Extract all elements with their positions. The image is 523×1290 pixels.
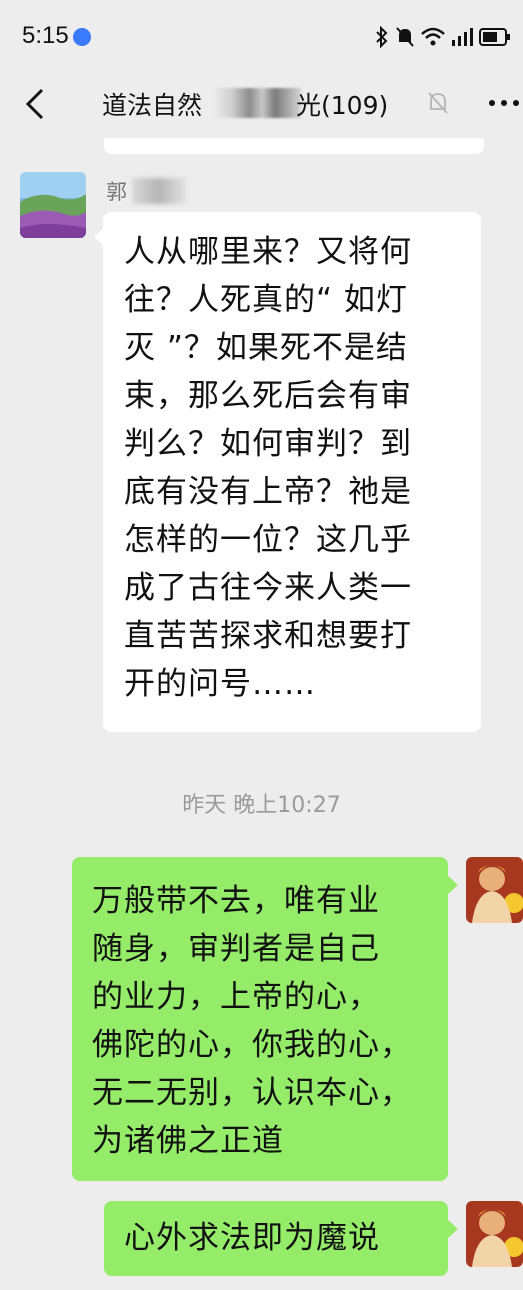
bubble-tail — [448, 1220, 458, 1238]
sender-avatar[interactable] — [20, 172, 86, 238]
message-line: 心外求法即为魔说 — [124, 1220, 380, 1256]
status-time: 5:15 — [22, 22, 69, 49]
landscape-avatar-icon — [20, 172, 86, 238]
message-line: 为诸佛之正道 — [92, 1123, 284, 1159]
self-avatar[interactable] — [466, 857, 523, 923]
message-line: 束，那么死后会有审 — [124, 378, 412, 414]
message-line: 万般带不去，唯有业 — [92, 883, 380, 919]
previous-message-bubble — [104, 138, 484, 154]
message-line: 往？人死真的“ 如灯 — [124, 282, 408, 318]
chat-title-right: 光(109) — [296, 91, 389, 120]
wifi-icon — [421, 27, 445, 46]
message-bubble-outgoing[interactable]: 心外求法即为魔说 — [104, 1201, 448, 1276]
message-line: 成了古往今来人类一 — [124, 570, 412, 606]
sender-name: 郭 — [106, 180, 127, 204]
message-bubble-outgoing[interactable]: 万般带不去，唯有业 随身，审判者是自己 的业力，上帝的心， 佛陀的心，你我的心，… — [72, 857, 448, 1181]
message-line: 开的问号…… — [124, 666, 316, 702]
message-line: 判么？如何审判？到 — [124, 426, 412, 462]
message-line: 无二无别，认识夲心， — [92, 1075, 412, 1111]
title-redaction — [215, 88, 301, 118]
mute-bell-icon — [428, 92, 448, 114]
message-line: 人从哪里来？又将何 — [124, 234, 412, 270]
bubble-tail — [448, 876, 458, 894]
buddha-avatar-icon — [466, 1201, 523, 1267]
more-dots-icon[interactable] — [488, 98, 520, 108]
message-line: 灭 ”？如果死不是结 — [124, 330, 408, 366]
message-line: 底有没有上帝？祂是 — [124, 474, 412, 510]
silent-icon — [396, 27, 414, 47]
message-line: 佛陀的心，你我的心， — [92, 1027, 412, 1063]
status-bar: 5:15 — [0, 0, 523, 76]
browser-notification-icon — [73, 28, 91, 46]
message-line: 怎样的一位？这几乎 — [124, 522, 412, 558]
signal-icon — [452, 28, 473, 46]
self-avatar[interactable] — [466, 1201, 523, 1267]
chat-title-left: 道法自然 — [102, 91, 203, 120]
message-line: 随身，审判者是自己 — [92, 931, 380, 967]
message-line: 的业力，上帝的心， — [92, 979, 380, 1015]
buddha-avatar-icon — [466, 857, 523, 923]
sender-name-redaction — [132, 178, 186, 204]
bluetooth-icon — [376, 26, 388, 48]
back-arrow-icon[interactable] — [22, 86, 48, 122]
battery-icon — [479, 28, 510, 46]
status-icons — [375, 26, 515, 48]
chat-header: 道法自然 光(109) — [0, 76, 523, 132]
message-line: 直苦苦探求和想要打 — [124, 618, 412, 654]
message-timestamp: 昨天 晚上10:27 — [182, 793, 341, 818]
message-bubble-incoming[interactable]: 人从哪里来？又将何 往？人死真的“ 如灯 灭 ”？如果死不是结 束，那么死后会有… — [103, 212, 481, 732]
